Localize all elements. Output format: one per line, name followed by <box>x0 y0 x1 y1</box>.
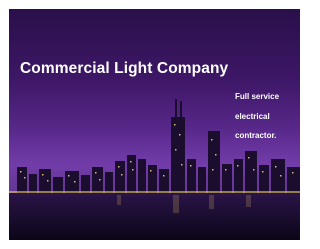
tagline-line-3: contractor. <box>235 131 277 140</box>
tagline-line-2: electrical <box>235 111 270 121</box>
tagline-line-1: Full service <box>235 92 280 101</box>
title-slide: Commercial Light Company Full service el… <box>9 9 300 240</box>
lake-water <box>9 193 300 240</box>
shoreline-lights <box>9 191 300 193</box>
company-title: Commercial Light Company <box>20 60 229 77</box>
tagline: Full service electrical contractor. <box>235 87 279 146</box>
